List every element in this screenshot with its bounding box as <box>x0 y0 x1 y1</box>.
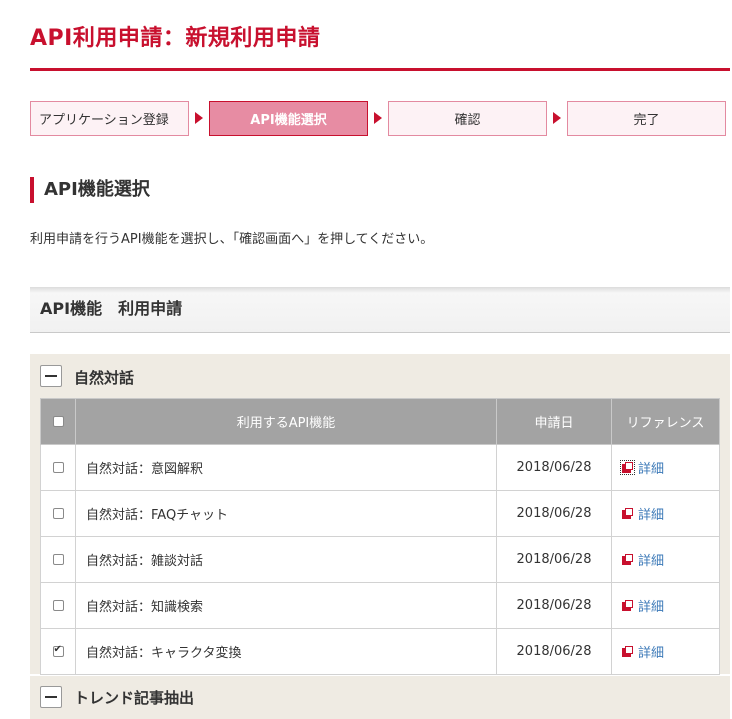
panel-header: API機能 利用申請 <box>30 287 730 333</box>
step-api-select: API機能選択 <box>209 101 368 136</box>
collapse-icon[interactable] <box>40 686 62 708</box>
application-date: 2018/06/28 <box>496 536 612 583</box>
step-confirm: 確認 <box>388 101 547 136</box>
reference-cell: 詳細 <box>611 444 720 491</box>
step-arrow-icon <box>195 112 203 124</box>
application-date: 2018/06/28 <box>496 582 612 629</box>
external-link-icon <box>622 554 633 565</box>
section-heading: API機能選択 <box>30 177 150 203</box>
api-feature-name: 自然対話：知識検索 <box>75 582 497 629</box>
row-checkbox[interactable] <box>52 554 64 565</box>
external-link-icon <box>620 460 635 475</box>
table-row: 自然対話：知識検索 2018/06/28 詳細 <box>40 582 720 629</box>
table-header-row: 利用するAPI機能 申請日 リファレンス <box>40 398 720 445</box>
step-arrow-icon <box>553 112 561 124</box>
api-feature-name: 自然対話：雑談対話 <box>75 536 497 583</box>
external-link-icon <box>622 600 633 611</box>
row-checkbox[interactable] <box>52 462 64 473</box>
api-feature-table: 利用するAPI機能 申請日 リファレンス 自然対話：意図解釈 2018/06/2… <box>40 398 720 675</box>
external-link-icon <box>622 508 633 519</box>
reference-link[interactable]: 詳細 <box>620 458 665 477</box>
reference-cell: 詳細 <box>611 490 720 537</box>
reference-cell: 詳細 <box>611 582 720 629</box>
row-select-cell <box>40 444 76 491</box>
reference-link-label: 詳細 <box>638 462 665 477</box>
table-row: 自然対話：意図解釈 2018/06/28 詳細 <box>40 444 720 491</box>
table-row: 自然対話：キャラクタ変換 2018/06/28 詳細 <box>40 628 720 675</box>
reference-link-label: 詳細 <box>638 600 665 615</box>
title-divider <box>30 68 730 71</box>
row-select-cell <box>40 628 76 675</box>
reference-link-label: 詳細 <box>638 646 665 661</box>
api-feature-name: 自然対話：FAQチャット <box>75 490 497 537</box>
step-arrow-icon <box>374 112 382 124</box>
reference-cell: 詳細 <box>611 536 720 583</box>
row-select-cell <box>40 536 76 583</box>
row-select-cell <box>40 490 76 537</box>
row-checkbox[interactable] <box>52 508 64 519</box>
intro-text: 利用申請を行うAPI機能を選択し、「確認画面へ」を押してください。 <box>30 232 434 247</box>
reference-cell: 詳細 <box>611 628 720 675</box>
step-complete: 完了 <box>567 101 726 136</box>
page-title: API利用申請：新規利用申請 <box>30 26 321 51</box>
reference-link[interactable]: 詳細 <box>622 550 664 569</box>
table-row: 自然対話：雑談対話 2018/06/28 詳細 <box>40 536 720 583</box>
category-title[interactable]: 自然対話 <box>74 367 134 388</box>
application-date: 2018/06/28 <box>496 490 612 537</box>
reference-link[interactable]: 詳細 <box>622 596 664 615</box>
category-title[interactable]: トレンド記事抽出 <box>74 687 194 708</box>
row-select-cell <box>40 582 76 629</box>
category-trend-article-extraction: トレンド記事抽出 <box>30 676 730 719</box>
application-date: 2018/06/28 <box>496 444 612 491</box>
row-checkbox[interactable] <box>52 644 64 657</box>
external-link-icon <box>622 646 633 657</box>
column-header-feature: 利用するAPI機能 <box>75 398 497 445</box>
collapse-icon[interactable] <box>40 365 62 387</box>
row-checkbox[interactable] <box>52 600 64 611</box>
select-all-checkbox[interactable] <box>52 416 64 427</box>
table-row: 自然対話：FAQチャット 2018/06/28 詳細 <box>40 490 720 537</box>
reference-link[interactable]: 詳細 <box>622 642 664 661</box>
reference-link[interactable]: 詳細 <box>622 504 664 523</box>
reference-link-label: 詳細 <box>638 508 665 523</box>
api-feature-name: 自然対話：キャラクタ変換 <box>75 628 497 675</box>
application-date: 2018/06/28 <box>496 628 612 675</box>
api-feature-name: 自然対話：意図解釈 <box>75 444 497 491</box>
select-all-cell <box>40 398 76 445</box>
step-application-register: アプリケーション登録 <box>30 101 189 136</box>
column-header-date: 申請日 <box>496 398 612 445</box>
column-header-reference: リファレンス <box>611 398 720 445</box>
reference-link-label: 詳細 <box>638 554 665 569</box>
